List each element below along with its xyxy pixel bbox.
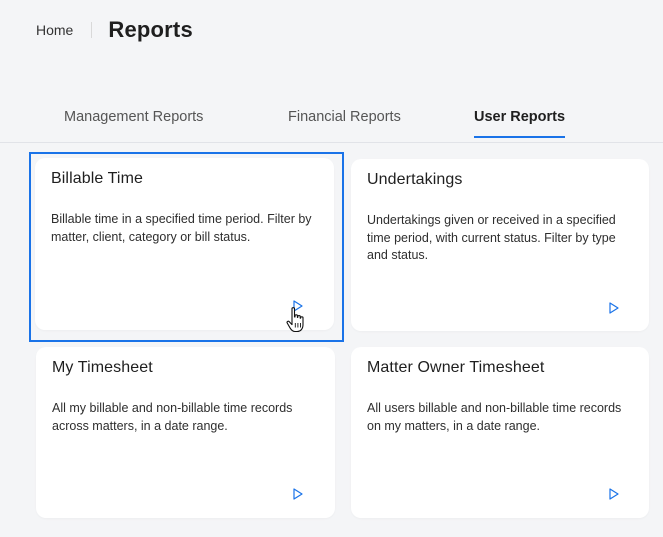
tab-financial-reports[interactable]: Financial Reports xyxy=(288,109,401,137)
page-title: Reports xyxy=(108,17,193,42)
report-card-title: Matter Owner Timesheet xyxy=(367,359,545,376)
report-card-description: Undertakings given or received in a spec… xyxy=(367,213,616,262)
report-card-my-timesheet[interactable]: My Timesheet All my billable and non-bil… xyxy=(36,347,335,518)
report-card-description: Billable time in a specified time period… xyxy=(51,212,312,244)
report-card-title: Undertakings xyxy=(367,171,463,188)
breadcrumb-divider xyxy=(91,22,93,38)
report-card-matter-owner-timesheet[interactable]: Matter Owner Timesheet All users billabl… xyxy=(351,347,649,518)
page-header: Home Reports xyxy=(36,16,193,44)
tab-management-reports[interactable]: Management Reports xyxy=(64,109,203,137)
report-tabs: Management Reports Financial Reports Use… xyxy=(0,103,663,143)
play-arrow-icon[interactable] xyxy=(291,299,305,313)
reports-page: Home Reports Management Reports Financia… xyxy=(0,0,663,537)
breadcrumb-home-link[interactable]: Home xyxy=(36,22,73,38)
play-arrow-icon[interactable] xyxy=(607,487,621,501)
report-card-title: My Timesheet xyxy=(52,359,153,376)
report-card-title: Billable Time xyxy=(51,170,144,187)
report-card-undertakings[interactable]: Undertakings Undertakings given or recei… xyxy=(351,159,649,331)
report-card-description: All my billable and non-billable time re… xyxy=(52,401,293,433)
tab-user-reports[interactable]: User Reports xyxy=(474,109,566,138)
report-card-description: All users billable and non-billable time… xyxy=(367,401,622,433)
report-card-billable-time[interactable]: Billable Time Billable time in a specifi… xyxy=(35,158,334,330)
play-arrow-icon[interactable] xyxy=(291,487,305,501)
play-arrow-icon[interactable] xyxy=(607,301,621,315)
